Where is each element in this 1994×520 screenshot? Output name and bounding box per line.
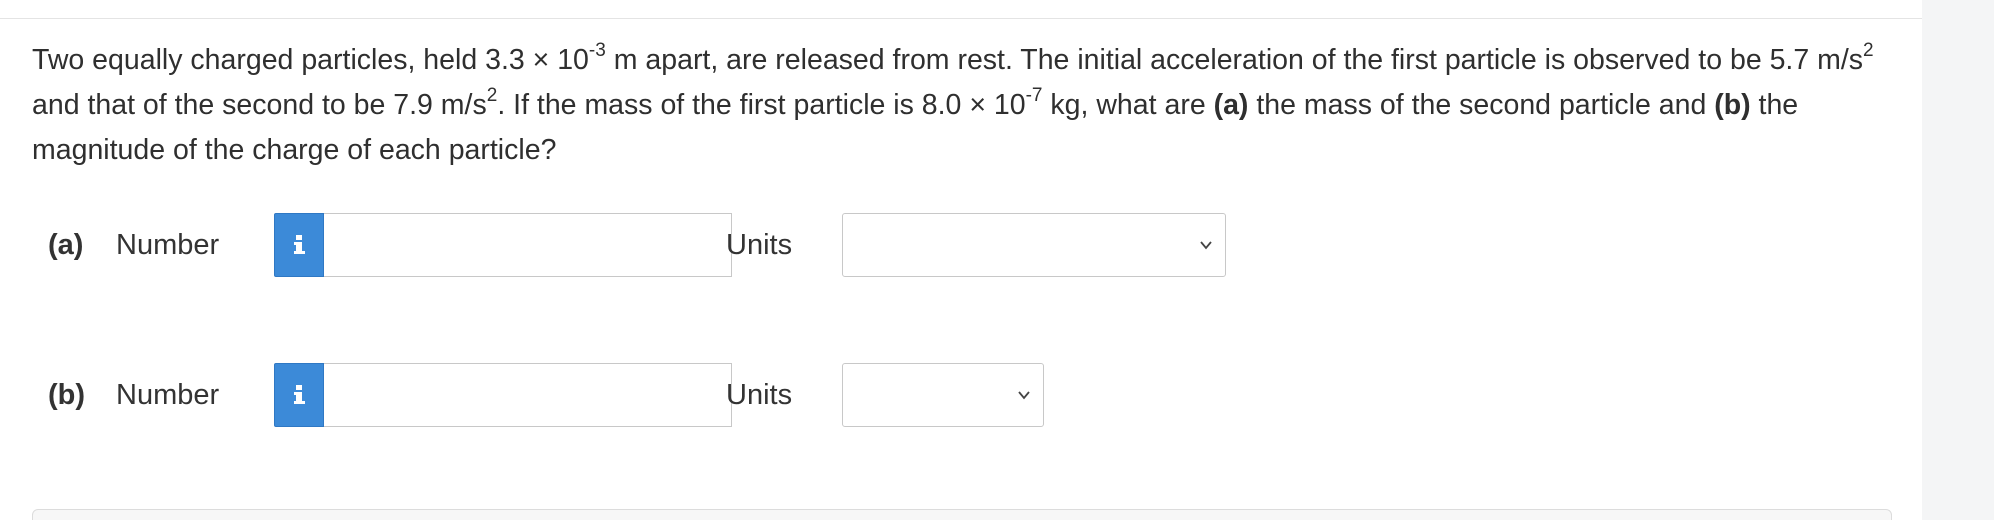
info-button-b[interactable]	[274, 363, 324, 427]
number-input-b[interactable]	[324, 363, 732, 427]
units-select-b[interactable]	[842, 363, 1044, 427]
chevron-down-icon	[1200, 241, 1212, 250]
info-icon	[294, 385, 305, 404]
units-label-b: Units	[726, 379, 793, 411]
chevron-down-icon	[1018, 391, 1030, 400]
next-section-box	[32, 509, 1892, 520]
part-label-b: (b)	[48, 379, 86, 411]
number-input-a[interactable]	[324, 213, 732, 277]
units-label-a: Units	[726, 229, 793, 261]
right-gutter	[1922, 0, 1994, 520]
number-label-b: Number	[116, 379, 220, 411]
units-select-a[interactable]	[842, 213, 1226, 277]
part-label-a: (a)	[48, 229, 84, 261]
info-icon	[294, 235, 305, 254]
info-button-a[interactable]	[274, 213, 324, 277]
number-label-a: Number	[116, 229, 220, 261]
top-divider	[0, 18, 1922, 19]
question-text: Two equally charged particles, held 3.3 …	[32, 39, 1874, 167]
